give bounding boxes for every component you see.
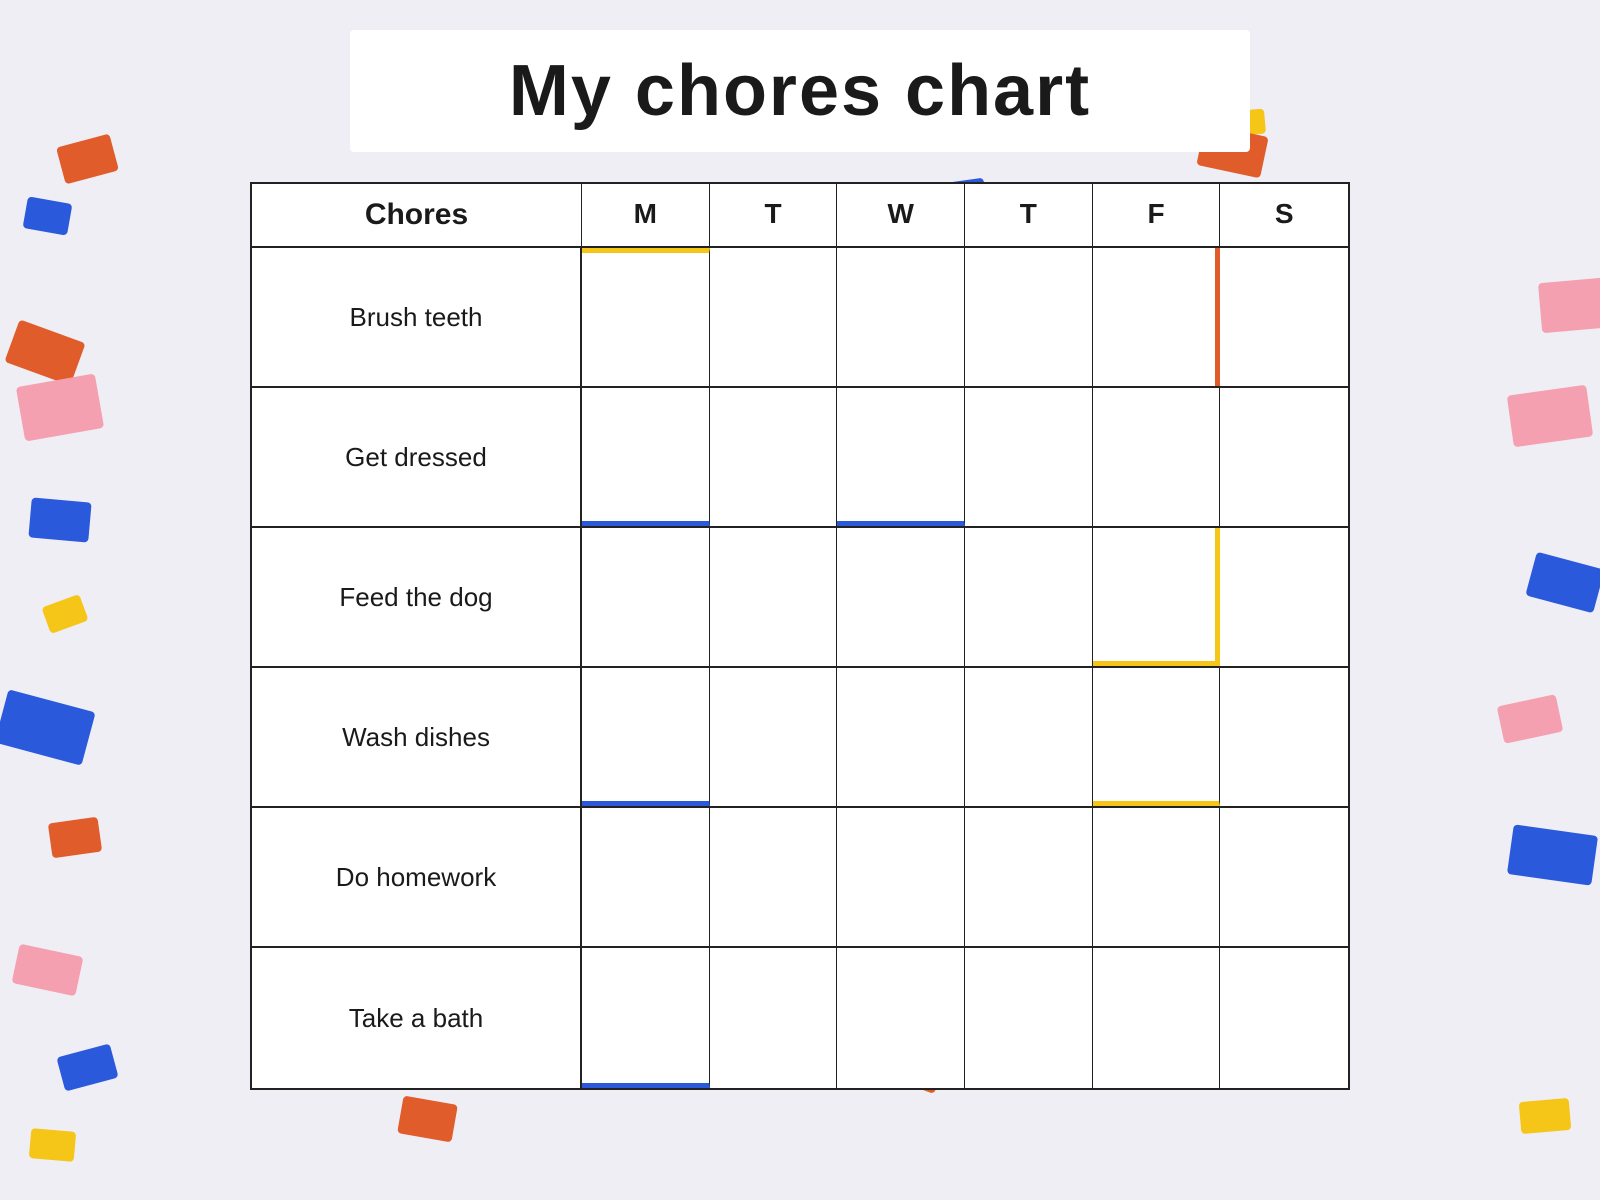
chore-row-wash-dishes: Wash dishes	[252, 668, 1348, 808]
cell-dressed-fri[interactable]	[1093, 388, 1221, 526]
cell-feed-sat[interactable]	[1220, 528, 1348, 666]
cell-bath-sat[interactable]	[1220, 948, 1348, 1088]
cell-hw-sat[interactable]	[1220, 808, 1348, 946]
cell-bath-fri[interactable]	[1093, 948, 1221, 1088]
chore-row-get-dressed: Get dressed	[252, 388, 1348, 528]
chores-column-header: Chores	[252, 184, 582, 246]
cell-brush-sat[interactable]	[1220, 248, 1348, 386]
cell-wash-fri[interactable]	[1093, 668, 1221, 806]
page-wrapper: My Chores Chart Chores M T W T F S Brush…	[0, 0, 1600, 1090]
cell-brush-tue[interactable]	[710, 248, 838, 386]
cell-bath-thu[interactable]	[965, 948, 1093, 1088]
cell-dressed-sat[interactable]	[1220, 388, 1348, 526]
day-header-wed: W	[837, 184, 965, 246]
cell-wash-mon[interactable]	[582, 668, 710, 806]
cell-wash-wed[interactable]	[837, 668, 965, 806]
chore-label-get-dressed: Get dressed	[252, 388, 582, 526]
chore-label-wash-dishes: Wash dishes	[252, 668, 582, 806]
cell-brush-mon[interactable]	[582, 248, 710, 386]
chore-label-bath: Take a bath	[252, 948, 582, 1088]
chore-row-bath: Take a bath	[252, 948, 1348, 1088]
cell-hw-fri[interactable]	[1093, 808, 1221, 946]
cell-brush-fri[interactable]	[1093, 248, 1221, 386]
chore-label-homework: Do homework	[252, 808, 582, 946]
chore-label-brush-teeth: Brush teeth	[252, 248, 582, 386]
cell-dressed-tue[interactable]	[710, 388, 838, 526]
cell-feed-wed[interactable]	[837, 528, 965, 666]
cell-bath-tue[interactable]	[710, 948, 838, 1088]
cell-wash-thu[interactable]	[965, 668, 1093, 806]
cell-hw-tue[interactable]	[710, 808, 838, 946]
page-title: My Chores Chart	[410, 50, 1190, 132]
cell-dressed-wed[interactable]	[837, 388, 965, 526]
cell-feed-mon[interactable]	[582, 528, 710, 666]
cell-wash-sat[interactable]	[1220, 668, 1348, 806]
chore-row-feed-dog: Feed the dog	[252, 528, 1348, 668]
cell-dressed-mon[interactable]	[582, 388, 710, 526]
chore-label-feed-dog: Feed the dog	[252, 528, 582, 666]
day-header-sat: S	[1220, 184, 1348, 246]
confetti-shape-12	[397, 1096, 458, 1143]
cell-hw-wed[interactable]	[837, 808, 965, 946]
day-header-tue: T	[710, 184, 838, 246]
cell-feed-fri[interactable]	[1093, 528, 1221, 666]
cell-bath-mon[interactable]	[582, 948, 710, 1088]
day-header-mon: M	[582, 184, 710, 246]
chores-chart: Chores M T W T F S Brush teeth Get dress…	[250, 182, 1350, 1090]
cell-hw-thu[interactable]	[965, 808, 1093, 946]
cell-brush-wed[interactable]	[837, 248, 965, 386]
day-header-thu: T	[965, 184, 1093, 246]
cell-dressed-thu[interactable]	[965, 388, 1093, 526]
cell-wash-tue[interactable]	[710, 668, 838, 806]
cell-brush-thu[interactable]	[965, 248, 1093, 386]
cell-feed-thu[interactable]	[965, 528, 1093, 666]
cell-bath-wed[interactable]	[837, 948, 965, 1088]
chore-row-brush-teeth: Brush teeth	[252, 248, 1348, 388]
day-header-fri: F	[1093, 184, 1221, 246]
cell-feed-tue[interactable]	[710, 528, 838, 666]
confetti-shape-19	[1519, 1098, 1572, 1134]
confetti-shape-11	[29, 1128, 76, 1162]
cell-hw-mon[interactable]	[582, 808, 710, 946]
chore-row-homework: Do homework	[252, 808, 1348, 948]
chart-header: Chores M T W T F S	[252, 184, 1348, 248]
title-box: My Chores Chart	[350, 30, 1250, 152]
